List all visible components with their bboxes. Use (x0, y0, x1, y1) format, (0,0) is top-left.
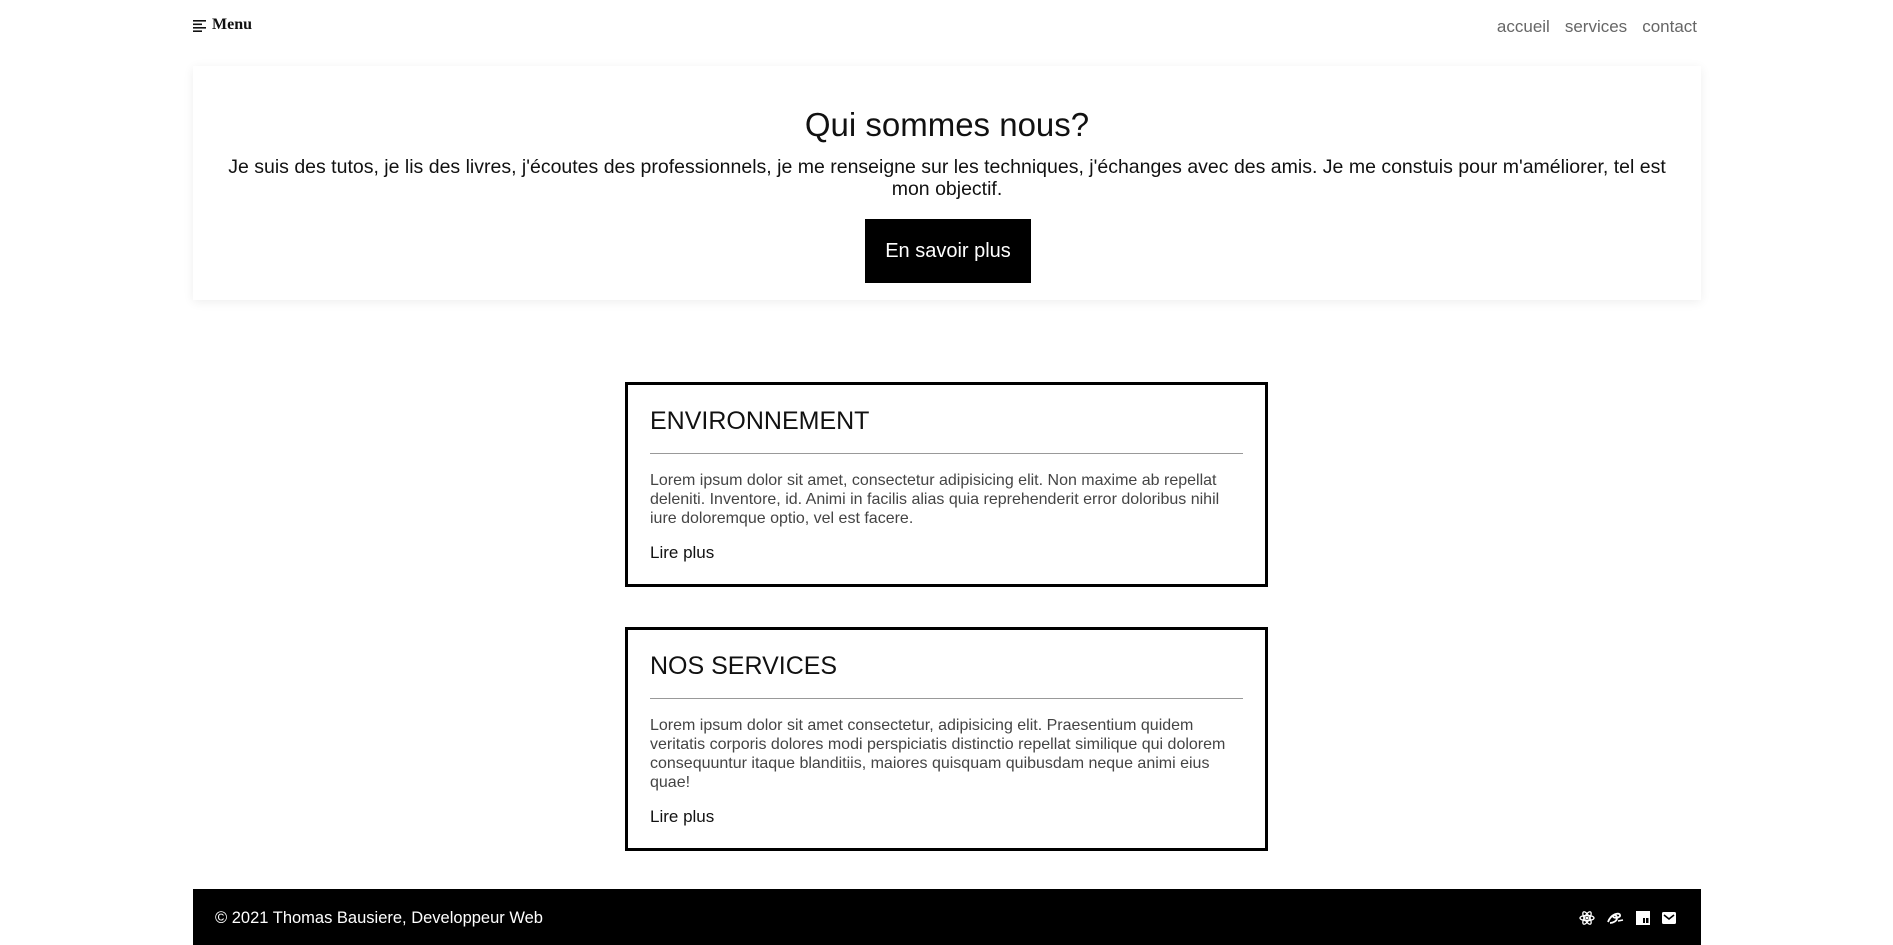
read-more-link[interactable]: Lire plus (650, 807, 1243, 827)
page: Menu accueil services contact Qui sommes… (0, 0, 1893, 945)
menu-button[interactable]: Menu (193, 16, 252, 34)
nav-link-services[interactable]: services (1565, 17, 1627, 37)
mail-icon[interactable] (1661, 910, 1677, 931)
nav-links: accueil services contact (1497, 17, 1697, 37)
card-title: ENVIRONNEMENT (650, 407, 870, 435)
card-text: Lorem ipsum dolor sit amet consectetur, … (650, 717, 1226, 791)
hero-title: Qui sommes nous? (804, 106, 1090, 143)
card-divider (650, 698, 1243, 699)
menu-label: Menu (212, 16, 252, 33)
card-title: NOS SERVICES (650, 652, 838, 680)
footer: © 2021 Thomas Bausiere, Developpeur Web (193, 889, 1701, 945)
learn-more-button[interactable]: En savoir plus (865, 219, 1031, 283)
js-icon[interactable] (1635, 910, 1651, 931)
menu-lines-icon (193, 19, 208, 32)
footer-icons (1579, 910, 1677, 931)
sass-icon[interactable] (1605, 910, 1625, 931)
top-navigation: Menu accueil services contact (193, 0, 1707, 52)
card-text: Lorem ipsum dolor sit amet, consectetur … (650, 472, 1220, 527)
card-environnement: ENVIRONNEMENT Lorem ipsum dolor sit amet… (625, 382, 1268, 587)
card-nos-services: NOS SERVICES Lorem ipsum dolor sit amet … (625, 627, 1268, 851)
nav-link-contact[interactable]: contact (1642, 17, 1697, 37)
read-more-link[interactable]: Lire plus (650, 543, 1243, 563)
card-divider (650, 453, 1243, 454)
nav-link-accueil[interactable]: accueil (1497, 17, 1550, 37)
hero-text: Je suis des tutos, je lis des livres, j'… (228, 156, 1666, 200)
hero-section: Qui sommes nous? Je suis des tutos, je l… (193, 66, 1701, 300)
react-icon[interactable] (1579, 910, 1595, 931)
copyright-text: © 2021 Thomas Bausiere, Developpeur Web (215, 909, 543, 927)
